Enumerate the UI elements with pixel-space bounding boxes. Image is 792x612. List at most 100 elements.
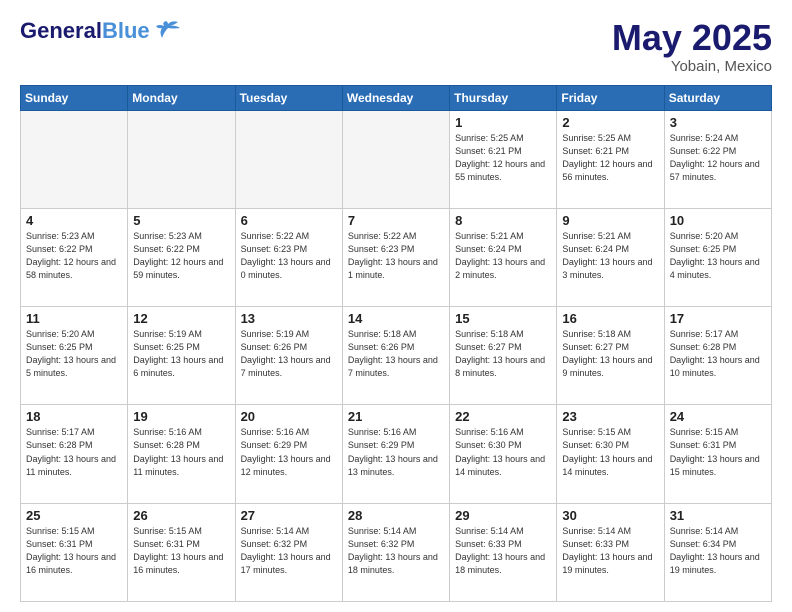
calendar-day-cell: 23Sunrise: 5:15 AMSunset: 6:30 PMDayligh… <box>557 405 664 503</box>
day-info: Sunrise: 5:18 AMSunset: 6:27 PMDaylight:… <box>455 328 551 380</box>
day-number: 5 <box>133 213 229 228</box>
calendar-day-cell: 20 Sunrise: 5:16 AMSunset: 6:29 PMDayligh… <box>235 405 342 503</box>
logo-blue: Blue <box>102 18 150 43</box>
calendar-day-cell: 29 Sunrise: 5:14 AMSunset: 6:33 PMDayligh… <box>450 503 557 601</box>
calendar-day-cell: 24 Sunrise: 5:15 AMSunset: 6:31 PMDayligh… <box>664 405 771 503</box>
day-info: Sunrise: 5:15 AMSunset: 6:31 PMDaylight:… <box>670 426 766 478</box>
calendar-header-row: SundayMondayTuesdayWednesdayThursdayFrid… <box>21 85 772 110</box>
calendar-week-row: 11 Sunrise: 5:20 AMSunset: 6:25 PMDayligh… <box>21 307 772 405</box>
day-info: Sunrise: 5:18 AMSunset: 6:27 PMDaylight:… <box>562 328 658 380</box>
calendar-day-cell: 27 Sunrise: 5:14 AMSunset: 6:32 PMDayligh… <box>235 503 342 601</box>
day-info: Sunrise: 5:23 AMSunset: 6:22 PMDaylight:… <box>133 230 229 282</box>
day-info: Sunrise: 5:22 AMSunset: 6:23 PMDaylight:… <box>241 230 337 282</box>
calendar-day-cell: 3Sunrise: 5:24 AMSunset: 6:22 PMDaylight… <box>664 110 771 208</box>
day-number: 17 <box>670 311 766 326</box>
calendar-week-row: 1 Sunrise: 5:25 AMSunset: 6:21 PMDaylight… <box>21 110 772 208</box>
calendar-day-cell: 9 Sunrise: 5:21 AMSunset: 6:24 PMDaylight… <box>557 208 664 306</box>
calendar-day-cell <box>21 110 128 208</box>
day-info: Sunrise: 5:21 AMSunset: 6:24 PMDaylight:… <box>455 230 551 282</box>
day-number: 26 <box>133 508 229 523</box>
calendar-day-header: Tuesday <box>235 85 342 110</box>
day-info: Sunrise: 5:20 AMSunset: 6:25 PMDaylight:… <box>670 230 766 282</box>
calendar-day-cell: 8Sunrise: 5:21 AMSunset: 6:24 PMDaylight… <box>450 208 557 306</box>
calendar-day-header: Friday <box>557 85 664 110</box>
calendar-day-cell: 5 Sunrise: 5:23 AMSunset: 6:22 PMDaylight… <box>128 208 235 306</box>
calendar-day-cell: 18Sunrise: 5:17 AMSunset: 6:28 PMDayligh… <box>21 405 128 503</box>
calendar-day-cell: 21Sunrise: 5:16 AMSunset: 6:29 PMDayligh… <box>342 405 449 503</box>
day-info: Sunrise: 5:16 AMSunset: 6:28 PMDaylight:… <box>133 426 229 478</box>
day-number: 12 <box>133 311 229 326</box>
calendar-week-row: 4 Sunrise: 5:23 AMSunset: 6:22 PMDaylight… <box>21 208 772 306</box>
logo-bird-icon <box>154 20 182 42</box>
day-number: 7 <box>348 213 444 228</box>
day-info: Sunrise: 5:21 AMSunset: 6:24 PMDaylight:… <box>562 230 658 282</box>
day-info: Sunrise: 5:20 AMSunset: 6:25 PMDaylight:… <box>26 328 122 380</box>
day-number: 27 <box>241 508 337 523</box>
day-info: Sunrise: 5:16 AMSunset: 6:30 PMDaylight:… <box>455 426 551 478</box>
main-title: May 2025 <box>612 18 772 58</box>
day-number: 30 <box>562 508 658 523</box>
day-info: Sunrise: 5:14 AMSunset: 6:33 PMDaylight:… <box>562 525 658 577</box>
day-number: 21 <box>348 409 444 424</box>
calendar-day-cell: 26 Sunrise: 5:15 AMSunset: 6:31 PMDayligh… <box>128 503 235 601</box>
day-number: 22 <box>455 409 551 424</box>
day-number: 20 <box>241 409 337 424</box>
calendar-day-cell: 10 Sunrise: 5:20 AMSunset: 6:25 PMDayligh… <box>664 208 771 306</box>
calendar-day-cell: 30 Sunrise: 5:14 AMSunset: 6:33 PMDayligh… <box>557 503 664 601</box>
calendar-day-cell: 15 Sunrise: 5:18 AMSunset: 6:27 PMDayligh… <box>450 307 557 405</box>
day-number: 31 <box>670 508 766 523</box>
calendar-day-cell: 16 Sunrise: 5:18 AMSunset: 6:27 PMDayligh… <box>557 307 664 405</box>
subtitle: Yobain, Mexico <box>612 58 772 75</box>
calendar-day-cell: 11 Sunrise: 5:20 AMSunset: 6:25 PMDayligh… <box>21 307 128 405</box>
calendar-table: SundayMondayTuesdayWednesdayThursdayFrid… <box>20 85 772 602</box>
calendar-day-cell <box>128 110 235 208</box>
day-number: 18 <box>26 409 122 424</box>
day-number: 3 <box>670 115 766 130</box>
day-number: 19 <box>133 409 229 424</box>
day-number: 25 <box>26 508 122 523</box>
header: GeneralBlue May 2025 Yobain, Mexico <box>20 18 772 75</box>
calendar-day-header: Monday <box>128 85 235 110</box>
day-info: Sunrise: 5:18 AMSunset: 6:26 PMDaylight:… <box>348 328 444 380</box>
calendar-day-cell <box>235 110 342 208</box>
calendar-day-header: Sunday <box>21 85 128 110</box>
calendar-week-row: 18Sunrise: 5:17 AMSunset: 6:28 PMDayligh… <box>21 405 772 503</box>
day-info: Sunrise: 5:16 AMSunset: 6:29 PMDaylight:… <box>241 426 337 478</box>
calendar-day-cell: 22 Sunrise: 5:16 AMSunset: 6:30 PMDayligh… <box>450 405 557 503</box>
day-number: 14 <box>348 311 444 326</box>
calendar-day-cell: 25 Sunrise: 5:15 AMSunset: 6:31 PMDayligh… <box>21 503 128 601</box>
day-number: 16 <box>562 311 658 326</box>
day-number: 10 <box>670 213 766 228</box>
day-info: Sunrise: 5:14 AMSunset: 6:33 PMDaylight:… <box>455 525 551 577</box>
day-number: 24 <box>670 409 766 424</box>
day-number: 4 <box>26 213 122 228</box>
day-number: 11 <box>26 311 122 326</box>
calendar-day-cell: 7 Sunrise: 5:22 AMSunset: 6:23 PMDaylight… <box>342 208 449 306</box>
day-number: 29 <box>455 508 551 523</box>
day-number: 1 <box>455 115 551 130</box>
day-info: Sunrise: 5:19 AMSunset: 6:26 PMDaylight:… <box>241 328 337 380</box>
calendar-day-cell: 19 Sunrise: 5:16 AMSunset: 6:28 PMDayligh… <box>128 405 235 503</box>
day-info: Sunrise: 5:19 AMSunset: 6:25 PMDaylight:… <box>133 328 229 380</box>
day-info: Sunrise: 5:15 AMSunset: 6:31 PMDaylight:… <box>133 525 229 577</box>
day-number: 6 <box>241 213 337 228</box>
calendar-day-cell: 13 Sunrise: 5:19 AMSunset: 6:26 PMDayligh… <box>235 307 342 405</box>
calendar-day-cell: 17Sunrise: 5:17 AMSunset: 6:28 PMDayligh… <box>664 307 771 405</box>
day-number: 15 <box>455 311 551 326</box>
day-number: 13 <box>241 311 337 326</box>
day-number: 23 <box>562 409 658 424</box>
day-info: Sunrise: 5:25 AMSunset: 6:21 PMDaylight:… <box>562 132 658 184</box>
day-number: 28 <box>348 508 444 523</box>
day-number: 9 <box>562 213 658 228</box>
day-info: Sunrise: 5:15 AMSunset: 6:31 PMDaylight:… <box>26 525 122 577</box>
calendar-day-header: Thursday <box>450 85 557 110</box>
day-number: 2 <box>562 115 658 130</box>
day-info: Sunrise: 5:22 AMSunset: 6:23 PMDaylight:… <box>348 230 444 282</box>
logo: GeneralBlue <box>20 18 182 44</box>
day-info: Sunrise: 5:25 AMSunset: 6:21 PMDaylight:… <box>455 132 551 184</box>
day-info: Sunrise: 5:23 AMSunset: 6:22 PMDaylight:… <box>26 230 122 282</box>
calendar-day-cell <box>342 110 449 208</box>
day-info: Sunrise: 5:14 AMSunset: 6:32 PMDaylight:… <box>348 525 444 577</box>
day-info: Sunrise: 5:14 AMSunset: 6:32 PMDaylight:… <box>241 525 337 577</box>
day-info: Sunrise: 5:14 AMSunset: 6:34 PMDaylight:… <box>670 525 766 577</box>
